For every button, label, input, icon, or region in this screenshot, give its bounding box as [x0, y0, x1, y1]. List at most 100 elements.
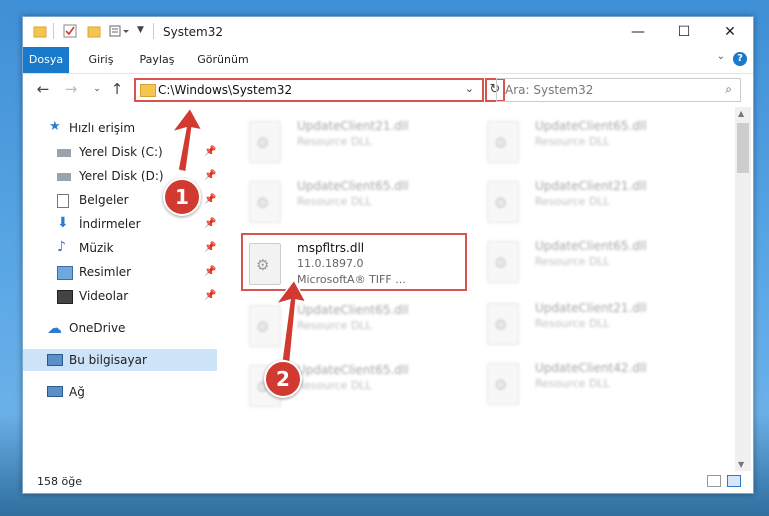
list-item[interactable]: UpdateClient65.dll Resource DLL [249, 301, 479, 357]
file-type: Resource DLL [535, 195, 610, 208]
list-item[interactable]: UpdateClient42.dll Resource DLL [487, 359, 717, 415]
list-item[interactable]: UpdateClient21.dll Resource DLL [487, 299, 717, 355]
large-icons-view-icon[interactable] [727, 475, 741, 487]
scroll-down-icon[interactable]: ▼ [738, 460, 744, 469]
search-icon[interactable]: ⌕ [725, 82, 732, 97]
list-item[interactable]: UpdateClient21.dll Resource DLL [249, 117, 479, 173]
details-view-icon[interactable] [707, 475, 721, 487]
file-type: Resource DLL [535, 377, 610, 390]
sidebar-item-label: Hızlı erişim [69, 121, 136, 135]
close-button[interactable]: ✕ [707, 17, 753, 47]
pin-icon[interactable]: 📌 [204, 141, 216, 163]
sidebar-item-label: Müzik [79, 241, 114, 255]
maximize-button[interactable]: ☐ [661, 17, 707, 47]
up-icon[interactable]: ↑ [107, 80, 127, 98]
help-icon[interactable]: ? [733, 52, 747, 66]
file-type: Resource DLL [297, 195, 372, 208]
pin-icon[interactable]: 📌 [204, 237, 216, 259]
file-name: UpdateClient21.dll [297, 119, 409, 133]
sidebar-item-label: Videolar [79, 289, 129, 303]
chevron-down-icon[interactable]: ⌄ [465, 82, 474, 95]
file-name: UpdateClient21.dll [535, 179, 647, 193]
sidebar-item-label: Resimler [79, 265, 132, 279]
network-icon [47, 386, 63, 397]
sidebar-item-music[interactable]: ♪ Müzik 📌 [23, 237, 217, 259]
dll-file-icon [249, 121, 281, 163]
drive-icon [57, 173, 71, 181]
ribbon-tabs: Dosya Giriş Paylaş Görünüm ⌄ ? [23, 47, 753, 74]
dll-file-icon [487, 303, 519, 345]
sidebar-item-label: İndirmeler [79, 217, 141, 231]
dll-file-icon [487, 363, 519, 405]
scroll-up-icon[interactable]: ▲ [738, 109, 744, 118]
sidebar-item-pictures[interactable]: Resimler 📌 [23, 261, 217, 283]
scroll-thumb[interactable] [737, 123, 749, 173]
sidebar-item-label: Yerel Disk (C:) [79, 145, 163, 159]
list-item[interactable]: UpdateClient21.dll Resource DLL [487, 177, 717, 233]
dll-file-icon [249, 305, 281, 347]
address-bar[interactable]: C:\Windows\System32 ⌄ [134, 78, 484, 102]
navigation-bar: ← → ⌄ ↑ C:\Windows\System32 ⌄ ↻ Ara: Sys… [23, 74, 753, 106]
file-type: Resource DLL [297, 135, 372, 148]
sidebar-item-network[interactable]: Ağ [23, 381, 217, 403]
sidebar-item-downloads[interactable]: ⬇ İndirmeler 📌 [23, 213, 217, 235]
sidebar-item-quick-access[interactable]: ★ Hızlı erişim [23, 117, 217, 139]
file-type: Resource DLL [535, 317, 610, 330]
sidebar-item-label: Ağ [69, 385, 85, 399]
qa-separator [53, 23, 54, 39]
step-2-badge: 2 [264, 360, 302, 398]
address-path[interactable]: C:\Windows\System32 [158, 83, 292, 97]
file-type: Resource DLL [535, 135, 610, 148]
list-item[interactable]: UpdateClient65.dll Resource DLL [487, 117, 717, 173]
properties-icon[interactable] [63, 24, 77, 41]
list-item[interactable]: UpdateClient65.dll Resource DLL [249, 177, 479, 233]
search-placeholder: Ara: System32 [505, 83, 594, 97]
folder-icon[interactable] [33, 24, 47, 41]
list-item[interactable]: UpdateClient65.dll Resource DLL [487, 237, 717, 293]
pin-icon[interactable]: 📌 [204, 285, 216, 307]
forward-icon[interactable]: → [61, 80, 81, 98]
item-count: 158 öğe [37, 475, 82, 488]
dll-file-icon [487, 121, 519, 163]
sidebar-item-label: Yerel Disk (D:) [79, 169, 164, 183]
expand-ribbon-icon[interactable]: ⌄ [717, 51, 725, 62]
tab-view[interactable]: Görünüm [195, 47, 251, 73]
sidebar-item-videos[interactable]: Videolar 📌 [23, 285, 217, 307]
view-options-icon[interactable] [109, 24, 131, 41]
file-type: Resource DLL [297, 379, 372, 392]
cloud-icon: ☁ [47, 319, 62, 337]
step-1-badge: 1 [163, 178, 201, 216]
sidebar-item-label: OneDrive [69, 321, 126, 335]
qa-separator [153, 23, 154, 39]
file-type: Resource DLL [297, 319, 372, 332]
sidebar-item-onedrive[interactable]: ☁ OneDrive [23, 317, 217, 339]
back-icon[interactable]: ← [33, 80, 53, 98]
music-icon: ♪ [57, 239, 66, 255]
minimize-button[interactable]: — [615, 17, 661, 47]
pin-icon[interactable]: 📌 [204, 165, 216, 187]
tab-home[interactable]: Giriş [81, 47, 121, 73]
pin-icon[interactable]: 📌 [204, 213, 216, 235]
dll-file-icon [249, 181, 281, 223]
title-bar: ▼ System32 — ☐ ✕ [23, 17, 753, 47]
pin-icon[interactable]: 📌 [204, 261, 216, 283]
star-icon: ★ [49, 119, 61, 134]
new-folder-icon[interactable] [87, 24, 101, 41]
tab-file[interactable]: Dosya [23, 47, 69, 73]
pin-icon[interactable]: 📌 [204, 189, 216, 211]
vertical-scrollbar[interactable]: ▲ ▼ [735, 107, 751, 471]
qa-customize-icon[interactable]: ▼ [137, 25, 144, 35]
recent-locations-icon[interactable]: ⌄ [87, 84, 107, 94]
sidebar-item-this-pc[interactable]: Bu bilgisayar [23, 349, 217, 371]
file-name: UpdateClient65.dll [297, 179, 409, 193]
file-name: UpdateClient65.dll [297, 303, 409, 317]
sidebar-item-drive-c[interactable]: Yerel Disk (C:) 📌 [23, 141, 217, 163]
tab-share[interactable]: Paylaş [135, 47, 179, 73]
file-name: UpdateClient42.dll [535, 361, 647, 375]
file-highlight-box [241, 233, 467, 291]
file-name: UpdateClient65.dll [535, 119, 647, 133]
search-input[interactable]: Ara: System32 ⌕ [496, 78, 741, 102]
file-name: UpdateClient65.dll [535, 239, 647, 253]
file-name: UpdateClient21.dll [535, 301, 647, 315]
file-name: UpdateClient65.dll [297, 363, 409, 377]
